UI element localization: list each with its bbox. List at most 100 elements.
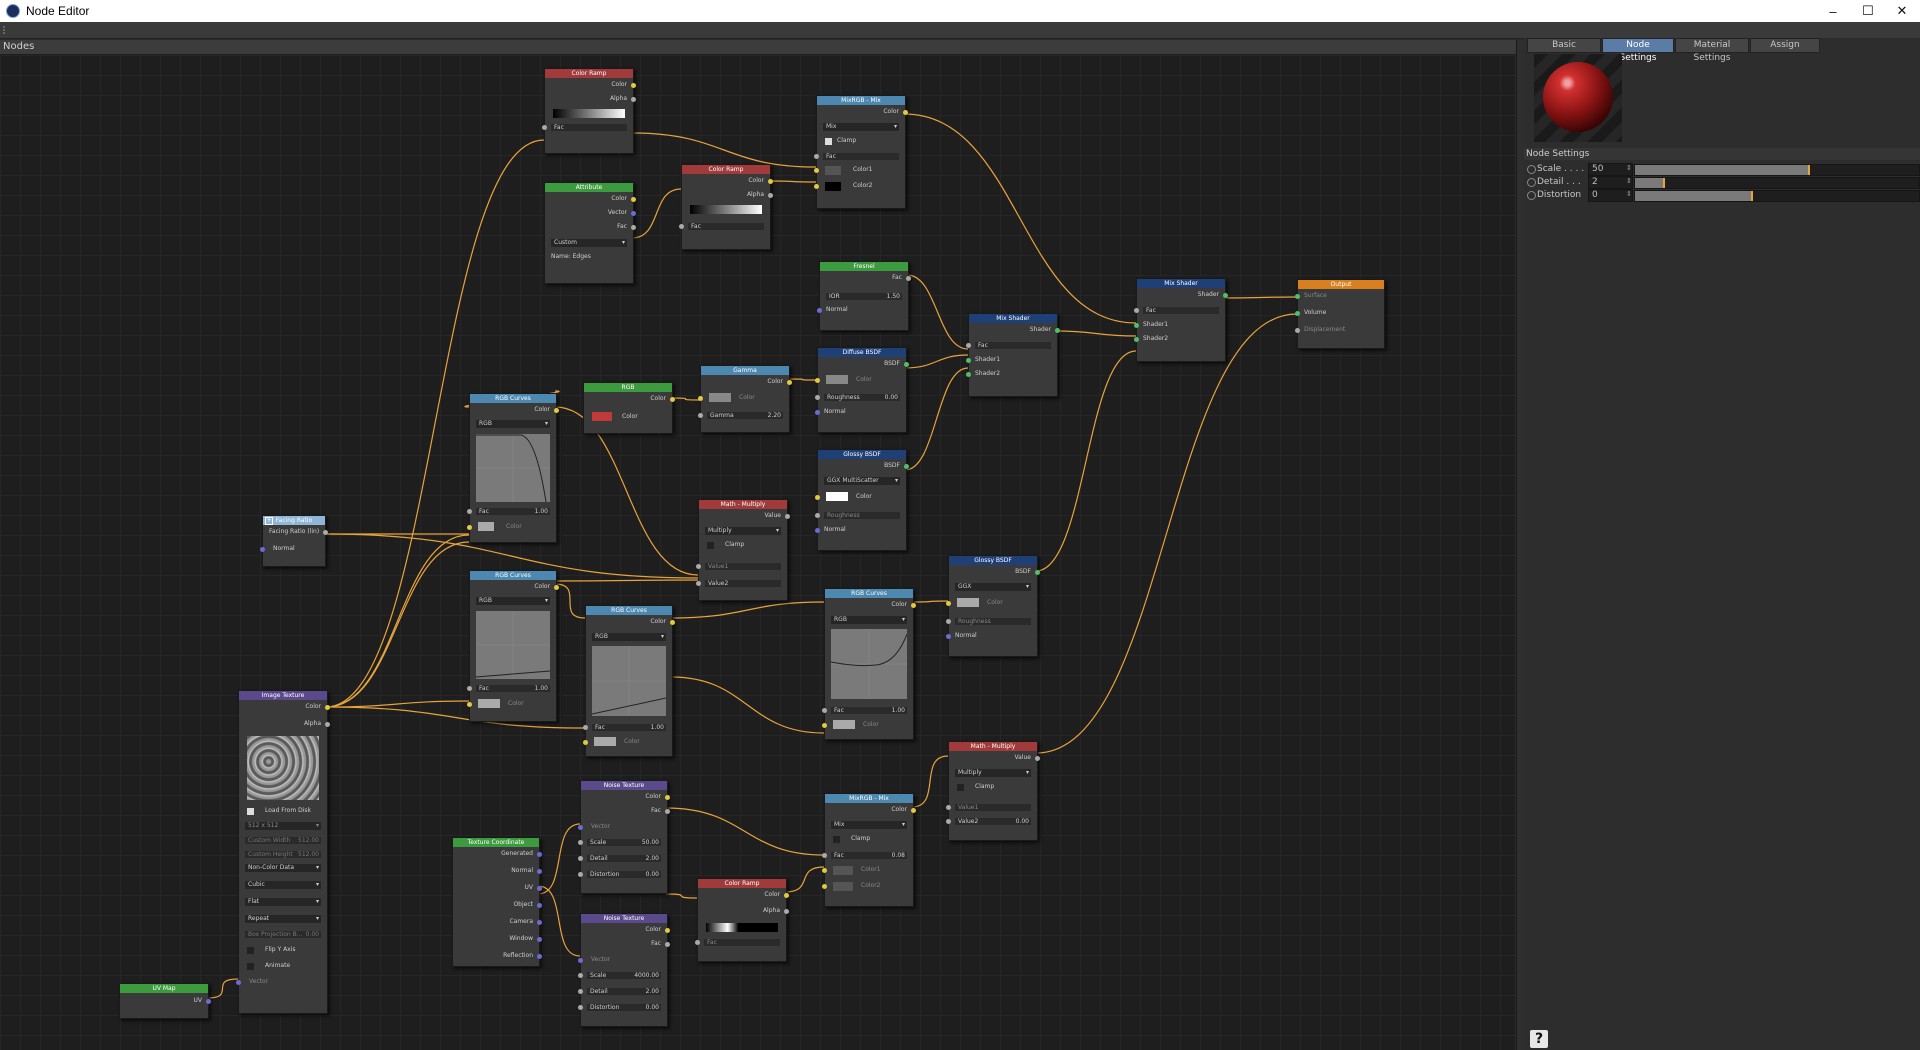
node-mix-shader[interactable]: Mix Shader Shader Fac Shader1 Shader2	[1134, 278, 1228, 362]
connection-wire[interactable]	[784, 866, 825, 893]
input-socket[interactable]	[946, 619, 951, 624]
color2-swatch[interactable]	[833, 882, 853, 891]
value1-field[interactable]: Value1	[705, 563, 781, 570]
input-socket[interactable]	[822, 708, 827, 713]
output-socket[interactable]	[631, 225, 636, 230]
attribute-name-field[interactable]: Name: Edges	[551, 253, 627, 261]
distribution-dropdown[interactable]: GGX MultiScatter	[824, 477, 900, 485]
connection-wire[interactable]	[537, 823, 581, 895]
connection-wire[interactable]	[665, 807, 825, 856]
curve-editor[interactable]	[831, 629, 907, 699]
fac-field[interactable]: Fac	[975, 342, 1051, 349]
node-rgb-curves[interactable]: RGB Curves Color RGB Fac 1.00 Color	[467, 393, 559, 543]
input-socket[interactable]	[1134, 323, 1139, 328]
fac-field[interactable]: Fac 1.00	[831, 707, 907, 714]
connection-wire[interactable]	[554, 579, 699, 582]
input-socket[interactable]	[1295, 294, 1300, 299]
scale-slider[interactable]	[1634, 164, 1920, 176]
input-socket[interactable]	[696, 581, 701, 586]
output-socket[interactable]	[631, 83, 636, 88]
input-socket[interactable]	[583, 740, 588, 745]
output-socket[interactable]	[911, 808, 916, 813]
output-socket[interactable]	[785, 514, 790, 519]
color-ramp-gradient[interactable]	[553, 109, 625, 118]
detail-slider[interactable]	[1634, 177, 1920, 189]
input-socket[interactable]	[698, 413, 703, 418]
input-socket[interactable]	[578, 958, 583, 963]
node-color-ramp[interactable]: Color Ramp Color Alpha Fac	[542, 68, 636, 154]
color-swatch[interactable]	[826, 375, 848, 384]
connection-wire[interactable]	[670, 676, 825, 734]
connection-wire[interactable]	[665, 893, 698, 899]
output-socket[interactable]	[537, 852, 542, 857]
input-socket[interactable]	[578, 825, 583, 830]
output-socket[interactable]	[670, 397, 675, 402]
value2-field[interactable]: Value2	[705, 580, 781, 587]
roughness-field[interactable]: Roughness	[824, 512, 900, 519]
output-socket[interactable]	[206, 999, 211, 1004]
input-socket[interactable]	[815, 395, 820, 400]
tab-assign[interactable]: Assign	[1750, 38, 1820, 53]
output-socket[interactable]	[911, 603, 916, 608]
output-socket[interactable]	[537, 869, 542, 874]
node-image-texture[interactable]: Image Texture Color Alpha Load From Disk…	[236, 690, 330, 1014]
toolbar-grip[interactable]	[3, 26, 11, 34]
maximize-button[interactable]: ☐	[1850, 0, 1886, 22]
output-socket[interactable]	[537, 937, 542, 942]
output-socket[interactable]	[325, 705, 330, 710]
custom-height-field[interactable]: Custom Height 512.00	[245, 851, 321, 858]
connection-wire[interactable]	[911, 600, 949, 603]
connection-wire[interactable]	[206, 978, 239, 999]
curve-editor[interactable]	[476, 434, 550, 502]
input-socket[interactable]	[467, 686, 472, 691]
channel-dropdown[interactable]: RGB	[592, 633, 666, 641]
input-socket[interactable]	[814, 168, 819, 173]
connection-wire[interactable]	[631, 132, 817, 168]
node-noise-texture[interactable]: Noise Texture Color Fac Vector Scale 4000…	[578, 913, 670, 1027]
load-from-disk-checkbox[interactable]	[247, 808, 254, 815]
input-socket[interactable]	[467, 702, 472, 707]
fac-field[interactable]: Fac	[551, 124, 627, 131]
connection-wire[interactable]	[906, 274, 969, 350]
blend-mode-dropdown[interactable]: Mix	[831, 821, 907, 829]
input-socket[interactable]	[1134, 337, 1139, 342]
input-socket[interactable]	[542, 125, 547, 130]
connection-wire[interactable]	[768, 180, 817, 183]
spinner-arrows-icon[interactable]: ⇕	[1626, 163, 1632, 174]
node-math-multiply[interactable]: Math - Multiply Value Multiply Clamp Val…	[696, 499, 790, 601]
node-mixrgb[interactable]: MixRGB - Mix Color Mix Clamp Fac0.08 Col…	[822, 793, 916, 907]
input-socket[interactable]	[1295, 328, 1300, 333]
blend-mode-dropdown[interactable]: Mix	[823, 123, 899, 131]
clamp-checkbox[interactable]	[707, 542, 714, 549]
clamp-checkbox[interactable]	[833, 836, 840, 843]
connection-wire[interactable]	[631, 188, 682, 239]
input-socket[interactable]	[946, 634, 951, 639]
input-socket[interactable]	[696, 564, 701, 569]
connection-wire[interactable]	[325, 700, 470, 708]
detail-field[interactable]: Detail 2.00	[587, 855, 661, 862]
color2-swatch[interactable]	[825, 182, 841, 191]
ior-field[interactable]: IOR 1.50	[826, 293, 902, 300]
connection-wire[interactable]	[537, 885, 581, 957]
node-rgb-curves[interactable]: RGB Curves Color RGB Fac 1.00 Color	[467, 570, 559, 722]
color1-swatch[interactable]	[825, 166, 841, 175]
output-socket[interactable]	[1035, 570, 1040, 575]
node-facing-ratio[interactable]: + Facing Ratio Facing Ratio (lin) Normal	[260, 515, 328, 567]
output-socket[interactable]	[1055, 328, 1060, 333]
connection-wire[interactable]	[903, 113, 1137, 324]
input-socket[interactable]	[583, 725, 588, 730]
input-socket[interactable]	[1134, 308, 1139, 313]
node-attribute[interactable]: Attribute Color Vector Fac Custom Name: …	[544, 182, 636, 284]
rgb-color-swatch[interactable]	[592, 412, 612, 421]
help-icon[interactable]: ?	[1530, 1030, 1548, 1048]
output-socket[interactable]	[768, 193, 773, 198]
input-socket[interactable]	[236, 980, 241, 985]
output-socket[interactable]	[665, 942, 670, 947]
node-rgb-curves[interactable]: RGB Curves Color RGB Fac 1.00 Color	[822, 588, 916, 740]
input-socket[interactable]	[946, 601, 951, 606]
input-socket[interactable]	[578, 872, 583, 877]
input-socket[interactable]	[822, 884, 827, 889]
output-socket[interactable]	[665, 809, 670, 814]
flip-y-checkbox[interactable]	[247, 947, 254, 954]
output-socket[interactable]	[904, 464, 909, 469]
